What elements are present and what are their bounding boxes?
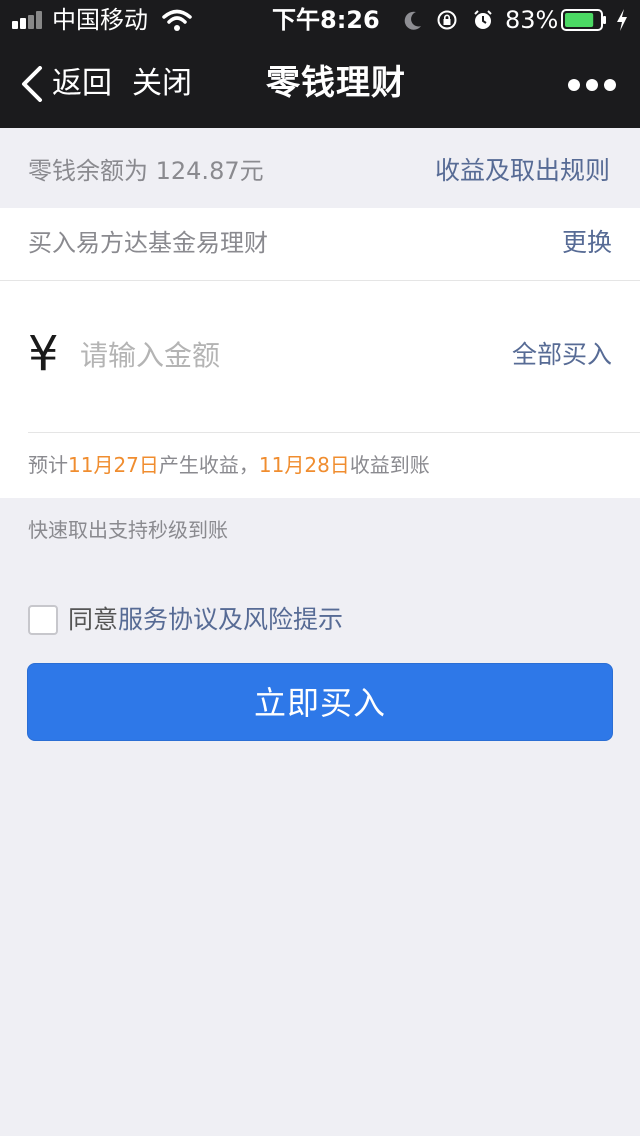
signal-icon xyxy=(12,11,46,29)
earnings-estimate: 预计11月27日产生收益，11月28日收益到账 xyxy=(28,450,430,480)
purchase-card: 买入易方达基金易理财 更换 ¥ 全部买入 预计11月27日产生收益，11月28日… xyxy=(0,208,640,498)
status-time: 下午8:26 xyxy=(272,6,380,34)
agreement-checkbox[interactable] xyxy=(28,605,58,635)
battery-icon xyxy=(561,9,606,31)
estimate-prefix: 预计 xyxy=(28,453,68,477)
rotation-lock-icon xyxy=(437,10,457,30)
fund-label: 买入易方达基金易理财 xyxy=(28,229,268,257)
alarm-icon xyxy=(474,10,492,29)
buy-all-link[interactable]: 全部买入 xyxy=(512,338,612,372)
agreement-prefix: 同意 xyxy=(68,605,119,634)
balance-bar: 零钱余额为 124.87元 收益及取出规则 xyxy=(0,128,640,208)
estimate-suffix: 收益到账 xyxy=(349,453,430,477)
status-bar: 中国移动 下午8:26 83% xyxy=(0,0,640,40)
balance-text: 零钱余额为 124.87元 xyxy=(28,157,264,185)
withdrawal-tip: 快速取出支持秒级到账 xyxy=(28,518,228,542)
agreement-text: 同意服务协议及风险提示 xyxy=(68,603,343,637)
fund-row: 买入易方达基金易理财 更换 xyxy=(0,208,640,281)
battery-percent: 83% xyxy=(505,6,559,34)
top-bar: 中国移动 下午8:26 83% 返回 关闭 零钱理财 xyxy=(0,0,640,128)
rules-link[interactable]: 收益及取出规则 xyxy=(435,155,610,187)
carrier-name: 中国移动 xyxy=(52,6,148,34)
divider xyxy=(28,432,640,433)
earnings-start-date: 11月27日 xyxy=(68,453,159,477)
estimate-middle: 产生收益， xyxy=(158,453,259,477)
buy-now-button[interactable]: 立即买入 xyxy=(27,663,613,741)
wifi-icon xyxy=(162,9,192,31)
amount-input[interactable] xyxy=(80,334,460,376)
currency-symbol: ¥ xyxy=(28,326,59,382)
charging-icon xyxy=(617,9,627,31)
moon-icon xyxy=(404,11,421,30)
page-title: 零钱理财 xyxy=(266,63,406,103)
navigation-bar: 返回 关闭 零钱理财 xyxy=(0,40,640,128)
change-fund-link[interactable]: 更换 xyxy=(562,227,612,259)
more-icon[interactable] xyxy=(564,76,616,92)
terms-link[interactable]: 服务协议及风险提示 xyxy=(118,605,343,634)
earnings-arrival-date: 11月28日 xyxy=(258,453,350,477)
